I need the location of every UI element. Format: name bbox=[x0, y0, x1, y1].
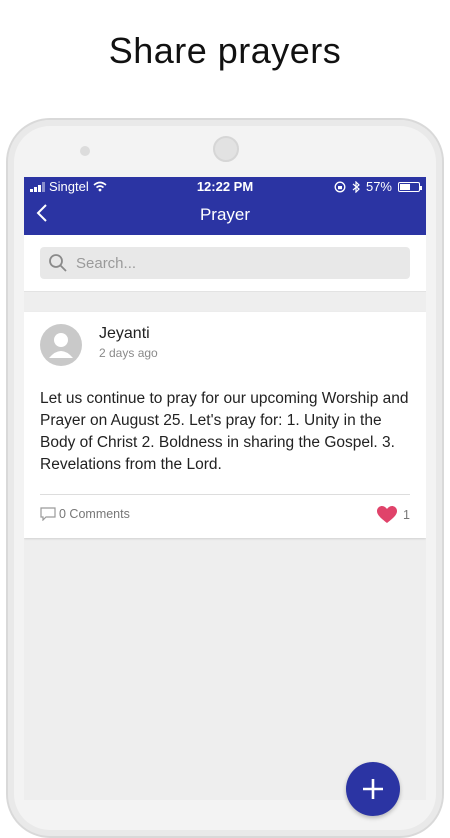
likes-count: 1 bbox=[403, 508, 410, 522]
camera-dot bbox=[80, 146, 90, 156]
plus-icon bbox=[363, 779, 383, 799]
author-name[interactable]: Jeyanti bbox=[99, 325, 150, 343]
card-divider bbox=[40, 494, 410, 495]
comment-icon bbox=[40, 507, 56, 521]
search-bar bbox=[24, 235, 426, 292]
app-bar: Singtel 12:22 PM 57% Prayer bbox=[24, 177, 426, 235]
app-screen: Singtel 12:22 PM 57% Prayer Search... Je… bbox=[24, 177, 426, 800]
page-title: Prayer bbox=[199, 205, 251, 224]
battery-icon bbox=[398, 181, 422, 192]
battery-percent: 57% bbox=[365, 179, 392, 194]
search-icon bbox=[46, 251, 70, 275]
promo-headline: Share prayers bbox=[108, 30, 342, 71]
speaker-grille bbox=[213, 136, 239, 162]
search-box[interactable] bbox=[40, 247, 410, 279]
status-bar: Singtel 12:22 PM 57% bbox=[24, 177, 426, 197]
like-button[interactable]: 1 bbox=[377, 506, 410, 524]
heart-icon bbox=[377, 506, 398, 523]
orientation-lock-icon bbox=[334, 181, 346, 192]
user-placeholder-icon bbox=[49, 333, 73, 358]
search-input[interactable] bbox=[74, 253, 398, 273]
add-prayer-button[interactable] bbox=[346, 762, 400, 816]
avatar[interactable] bbox=[40, 324, 82, 366]
prayer-body: Let us continue to pray for our upcoming… bbox=[40, 390, 409, 473]
comments-button[interactable]: 0 Comments bbox=[40, 507, 130, 521]
bluetooth-icon bbox=[352, 180, 360, 193]
prayer-card[interactable]: Jeyanti 2 days ago Let us continue to pr… bbox=[24, 312, 426, 538]
post-timestamp: 2 days ago bbox=[99, 346, 158, 360]
comments-count: 0 Comments bbox=[59, 507, 130, 521]
